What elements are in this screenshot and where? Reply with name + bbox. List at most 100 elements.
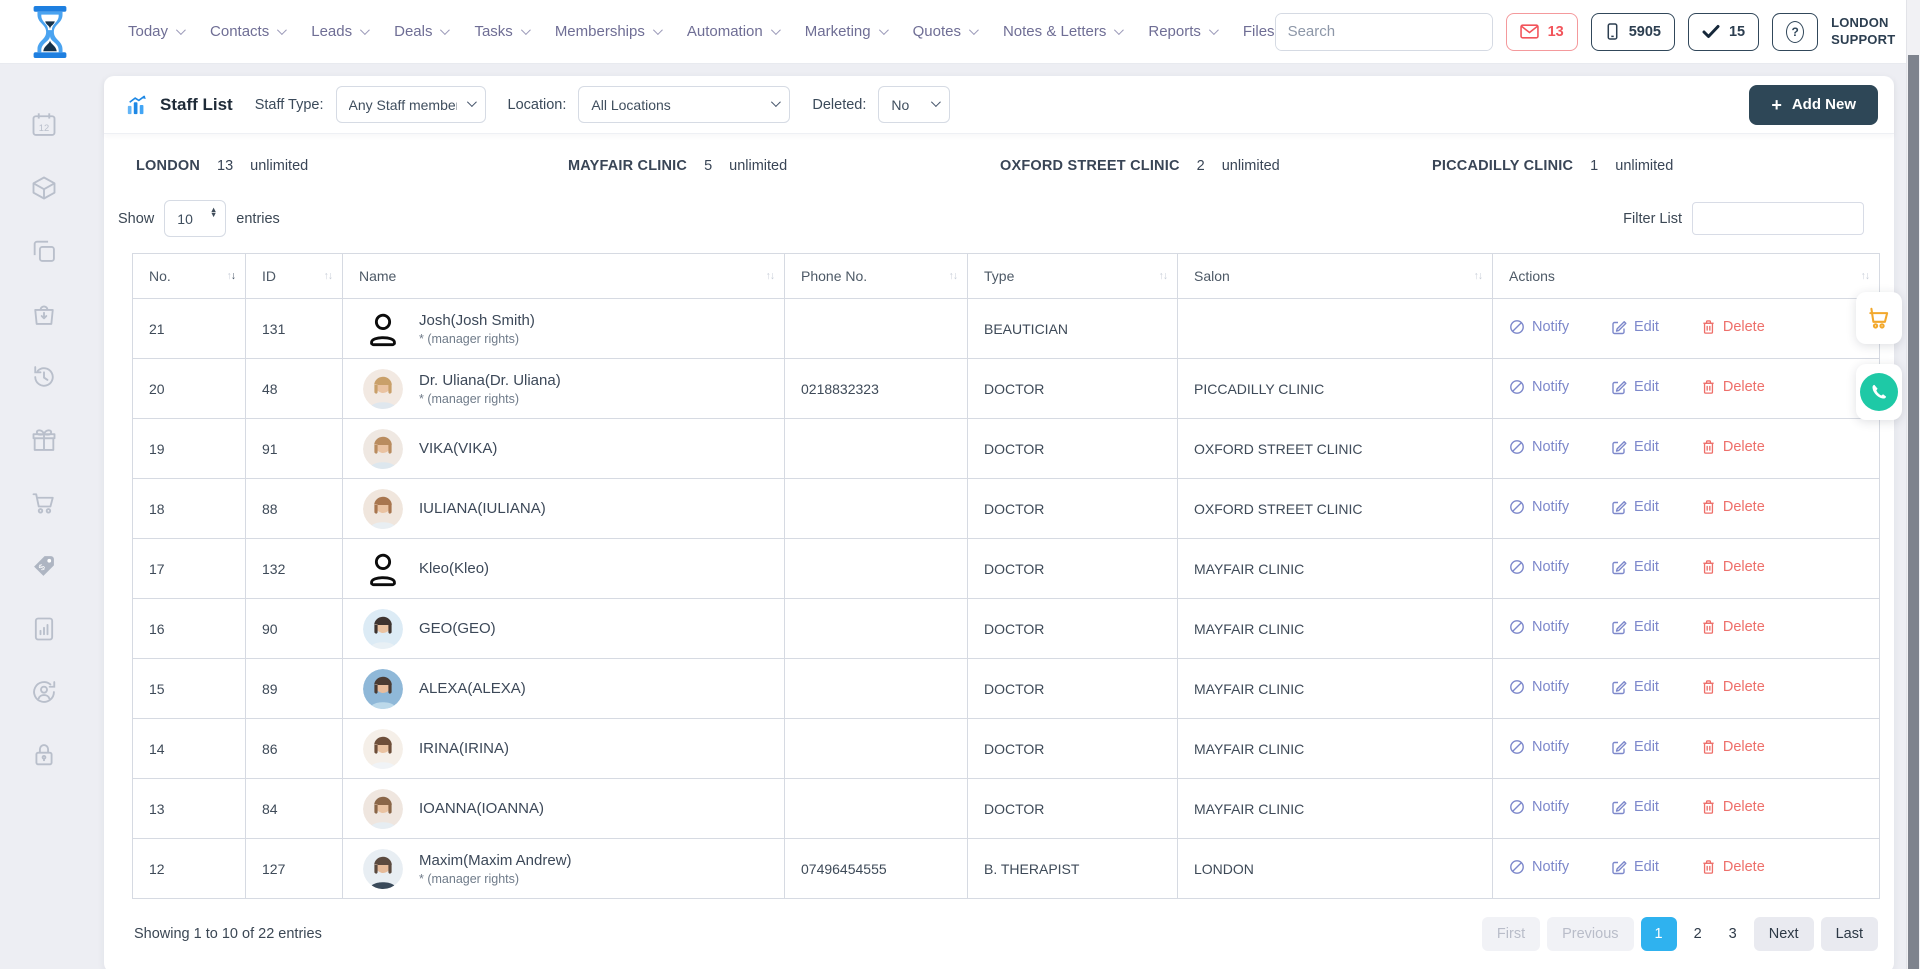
nav-item[interactable]: Quotes bbox=[913, 23, 976, 40]
edit-icon bbox=[1611, 499, 1627, 515]
pagination-button[interactable]: Last bbox=[1821, 917, 1878, 951]
column-label: Name bbox=[359, 268, 396, 284]
column-header[interactable]: Actions ↑↓ bbox=[1493, 254, 1880, 299]
edit-button[interactable]: Edit bbox=[1611, 559, 1659, 575]
edit-button[interactable]: Edit bbox=[1611, 499, 1659, 515]
sort-arrows-icon: ↑↓ bbox=[1474, 270, 1483, 282]
staff-avatar bbox=[363, 309, 403, 349]
delete-button[interactable]: Delete bbox=[1701, 319, 1765, 335]
nav-item[interactable]: Deals bbox=[394, 23, 447, 40]
nav-item[interactable]: Notes & Letters bbox=[1003, 23, 1121, 40]
notify-button[interactable]: Notify bbox=[1509, 559, 1569, 575]
staff-type-select[interactable]: Any Staff members bbox=[336, 86, 486, 123]
price-tag-icon[interactable]: $ bbox=[29, 551, 59, 581]
pagination-button[interactable]: 3 bbox=[1719, 917, 1747, 951]
scrollbar-thumb[interactable] bbox=[1908, 55, 1919, 969]
nav-item[interactable]: Tasks bbox=[474, 23, 527, 40]
column-header[interactable]: No. ↑↓ bbox=[133, 254, 246, 299]
edit-icon bbox=[1611, 679, 1627, 695]
person-outline-icon bbox=[364, 310, 402, 348]
notify-button[interactable]: Notify bbox=[1509, 379, 1569, 395]
notify-button[interactable]: Notify bbox=[1509, 799, 1569, 815]
notify-off-icon bbox=[1509, 859, 1525, 875]
delete-button[interactable]: Delete bbox=[1701, 439, 1765, 455]
search-input[interactable] bbox=[1276, 14, 1493, 50]
lock-icon[interactable] bbox=[29, 740, 59, 770]
nav-item[interactable]: Marketing bbox=[805, 23, 886, 40]
edit-button[interactable]: Edit bbox=[1611, 619, 1659, 635]
pagination-button[interactable]: Previous bbox=[1547, 917, 1633, 951]
nav-item[interactable]: Automation bbox=[687, 23, 778, 40]
column-header[interactable]: Type ↑↓ bbox=[968, 254, 1178, 299]
floating-cart-button[interactable] bbox=[1856, 292, 1902, 344]
nav-item[interactable]: Reports bbox=[1148, 23, 1216, 40]
cell-actions: Notify Edit bbox=[1493, 359, 1880, 419]
column-header[interactable]: ID ↑↓ bbox=[246, 254, 343, 299]
edit-button[interactable]: Edit bbox=[1611, 739, 1659, 755]
column-label: ID bbox=[262, 268, 276, 284]
notify-button[interactable]: Notify bbox=[1509, 679, 1569, 695]
edit-button[interactable]: Edit bbox=[1611, 439, 1659, 455]
staff-table-wrapper: No. ↑↓ ID ↑↓ bbox=[132, 253, 1880, 899]
cell-id: 132 bbox=[246, 539, 343, 599]
delete-button[interactable]: Delete bbox=[1701, 739, 1765, 755]
gift-icon[interactable] bbox=[29, 425, 59, 455]
pagination-button[interactable]: 1 bbox=[1641, 917, 1677, 951]
nav-item-label: Quotes bbox=[913, 23, 961, 40]
bag-download-icon[interactable] bbox=[29, 299, 59, 329]
tasks-badge[interactable]: 15 bbox=[1688, 13, 1759, 51]
delete-button[interactable]: Delete bbox=[1701, 859, 1765, 875]
nav-item[interactable]: Leads bbox=[311, 23, 367, 40]
notify-button[interactable]: Notify bbox=[1509, 499, 1569, 515]
edit-button[interactable]: Edit bbox=[1611, 799, 1659, 815]
notify-button[interactable]: Notify bbox=[1509, 739, 1569, 755]
nav-item[interactable]: Memberships bbox=[555, 23, 660, 40]
edit-button[interactable]: Edit bbox=[1611, 679, 1659, 695]
delete-button[interactable]: Delete bbox=[1701, 679, 1765, 695]
cart-icon[interactable] bbox=[29, 488, 59, 518]
delete-button[interactable]: Delete bbox=[1701, 619, 1765, 635]
staff-name: Dr. Uliana(Dr. Uliana) bbox=[419, 372, 561, 389]
sms-badge[interactable]: 5905 bbox=[1591, 13, 1675, 51]
column-header[interactable]: Salon ↑↓ bbox=[1178, 254, 1493, 299]
column-header[interactable]: Phone No. ↑↓ bbox=[785, 254, 968, 299]
column-header[interactable]: Name ↑↓ bbox=[343, 254, 785, 299]
cell-type: B. THERAPIST bbox=[968, 839, 1178, 899]
nav-item[interactable]: Contacts bbox=[210, 23, 284, 40]
help-badge[interactable]: ? bbox=[1772, 13, 1818, 51]
app-logo-hourglass-icon[interactable] bbox=[28, 5, 72, 59]
check-icon bbox=[1702, 24, 1720, 39]
notify-button[interactable]: Notify bbox=[1509, 439, 1569, 455]
deleted-select[interactable]: No bbox=[878, 86, 950, 123]
nav-item[interactable]: Files bbox=[1243, 23, 1275, 40]
pagination-button[interactable]: 2 bbox=[1684, 917, 1712, 951]
location-select[interactable]: All Locations bbox=[578, 86, 790, 123]
cell-name: Kleo(Kleo) bbox=[343, 539, 785, 599]
floating-call-button[interactable] bbox=[1856, 364, 1902, 420]
report-icon[interactable] bbox=[29, 614, 59, 644]
edit-button[interactable]: Edit bbox=[1611, 379, 1659, 395]
mail-badge[interactable]: 13 bbox=[1506, 13, 1578, 51]
notify-button[interactable]: Notify bbox=[1509, 319, 1569, 335]
delete-button[interactable]: Delete bbox=[1701, 379, 1765, 395]
package-icon[interactable] bbox=[29, 173, 59, 203]
account-sync-icon[interactable] bbox=[29, 677, 59, 707]
notify-button[interactable]: Notify bbox=[1509, 619, 1569, 635]
filter-list-input[interactable] bbox=[1692, 202, 1864, 235]
copy-icon[interactable] bbox=[29, 236, 59, 266]
edit-button[interactable]: Edit bbox=[1611, 859, 1659, 875]
notify-button[interactable]: Notify bbox=[1509, 859, 1569, 875]
pagination-button[interactable]: Next bbox=[1754, 917, 1814, 951]
page-size-select[interactable]: 10 bbox=[164, 200, 226, 237]
edit-button[interactable]: Edit bbox=[1611, 319, 1659, 335]
delete-button[interactable]: Delete bbox=[1701, 799, 1765, 815]
nav-item[interactable]: Today bbox=[128, 23, 183, 40]
calendar-icon[interactable]: 12 bbox=[29, 110, 59, 140]
delete-button[interactable]: Delete bbox=[1701, 559, 1765, 575]
pagination-button[interactable]: First bbox=[1482, 917, 1540, 951]
delete-button[interactable]: Delete bbox=[1701, 499, 1765, 515]
history-icon[interactable] bbox=[29, 362, 59, 392]
nav-item-label: Files bbox=[1243, 23, 1275, 40]
add-new-button[interactable]: + Add New bbox=[1749, 85, 1878, 125]
nav-item-label: Marketing bbox=[805, 23, 871, 40]
